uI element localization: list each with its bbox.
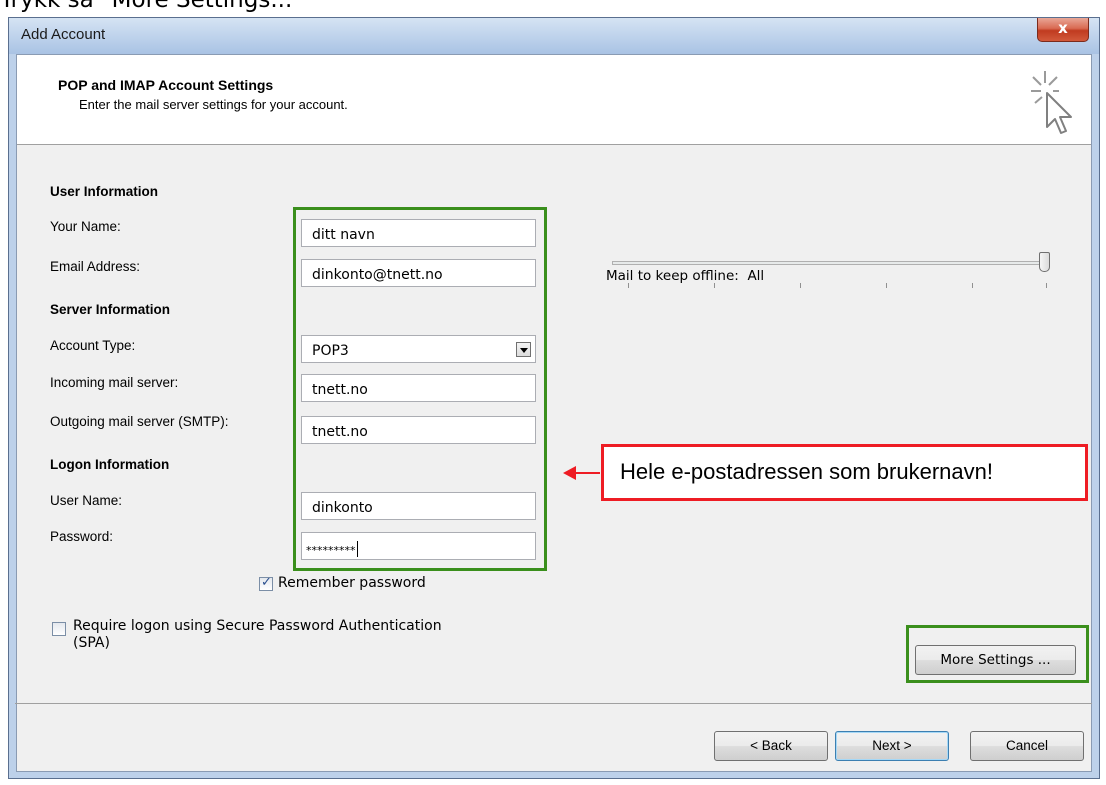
remember-password-label: Remember password — [278, 575, 426, 591]
annotation-callout: Hele e-postadressen som brukernavn! — [601, 444, 1088, 501]
annotation-arrow-line — [574, 472, 600, 474]
cancel-button[interactable]: Cancel — [970, 731, 1084, 761]
spa-label-line1: Require logon using Secure Password Auth… — [73, 618, 442, 634]
checkmark-icon: ✓ — [261, 575, 272, 590]
close-button[interactable]: x — [1037, 18, 1089, 42]
server-information-heading: Server Information — [50, 302, 171, 317]
outgoing-server-label: Outgoing mail server (SMTP): — [50, 414, 229, 429]
mail-offline-value: All — [747, 268, 765, 284]
user-name-label: User Name: — [50, 493, 123, 508]
slider-tick — [628, 283, 629, 288]
title-bar[interactable]: Add Account x — [9, 18, 1099, 54]
user-information-heading: User Information — [50, 184, 159, 199]
next-button[interactable]: Next > — [835, 731, 949, 761]
logon-information-heading: Logon Information — [50, 457, 170, 472]
your-name-label: Your Name: — [50, 219, 121, 234]
mail-offline-label: Mail to keep offline: All — [606, 268, 764, 284]
page-subtitle: Enter the mail server settings for your … — [79, 97, 348, 112]
email-address-label: Email Address: — [50, 259, 141, 274]
fields-highlight-box — [293, 207, 547, 571]
spa-label-line2: (SPA) — [73, 635, 110, 651]
back-button[interactable]: < Back — [714, 731, 828, 761]
more-settings-button[interactable]: More Settings ... — [915, 645, 1076, 675]
footer-divider — [15, 703, 1092, 704]
slider-tick — [800, 283, 801, 288]
spa-checkbox[interactable] — [52, 622, 66, 636]
slider-tick — [1046, 283, 1047, 288]
mail-offline-label-text: Mail to keep offline: — [606, 268, 739, 284]
slider-tick — [886, 283, 887, 288]
slider-tick — [714, 283, 715, 288]
remember-password-checkbox[interactable]: ✓ — [259, 575, 273, 591]
offline-slider-track[interactable] — [612, 261, 1049, 265]
slider-tick — [972, 283, 973, 288]
account-type-label: Account Type: — [50, 338, 136, 353]
incoming-server-label: Incoming mail server: — [50, 375, 179, 390]
offline-slider-thumb[interactable] — [1039, 252, 1050, 272]
window-title: Add Account — [21, 26, 106, 43]
password-label: Password: — [50, 529, 114, 544]
cursor-sparkle-icon — [1031, 71, 1072, 134]
dialog-header: POP and IMAP Account Settings Enter the … — [17, 55, 1091, 145]
page-title: POP and IMAP Account Settings — [58, 77, 274, 93]
